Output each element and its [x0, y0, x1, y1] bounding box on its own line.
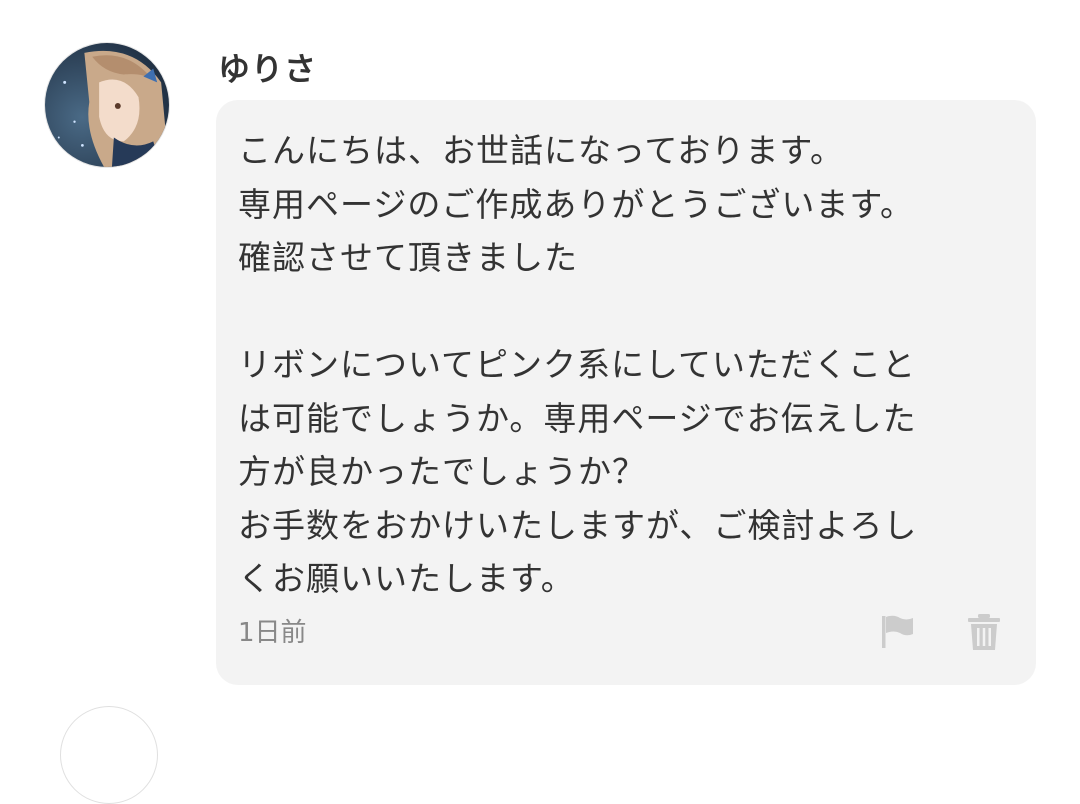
user-avatar-image [45, 43, 169, 167]
delete-button[interactable] [964, 612, 1004, 652]
next-comment-avatar[interactable] [60, 706, 158, 804]
report-button[interactable] [878, 612, 918, 652]
comment-message: こんにちは、お世話になっております。 専用ページのご作成ありがとうございます。 … [238, 131, 918, 598]
comment-bubble: こんにちは、お世話になっております。 専用ページのご作成ありがとうございます。 … [216, 100, 1036, 685]
username[interactable]: ゆりさ [218, 44, 317, 90]
avatar[interactable] [44, 42, 170, 168]
trash-icon [968, 614, 1000, 650]
comment-timestamp: 1日前 [238, 618, 307, 648]
flag-icon [882, 615, 913, 648]
